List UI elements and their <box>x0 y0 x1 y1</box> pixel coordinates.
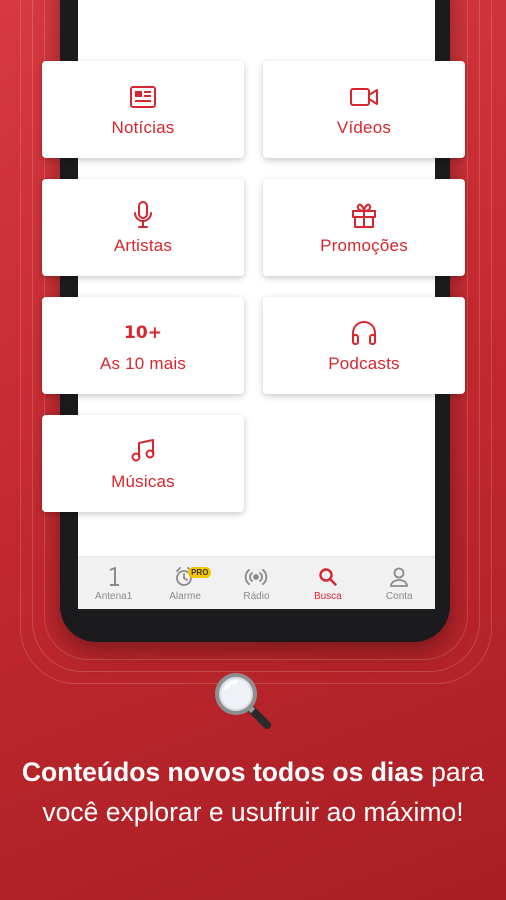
headphones-icon <box>350 318 378 348</box>
user-icon <box>389 565 409 589</box>
pro-badge: PRO <box>188 566 212 578</box>
gift-icon <box>350 200 378 230</box>
headline-bold: Conteúdos novos todos os dias <box>21 757 424 787</box>
tab-busca[interactable]: Busca <box>293 565 363 602</box>
category-label: Promoções <box>320 235 408 255</box>
category-promocoes[interactable]: Promoções <box>263 179 465 276</box>
category-artistas[interactable]: Artistas <box>42 179 244 276</box>
tab-conta[interactable]: Conta <box>364 565 434 602</box>
tab-label: Alarme <box>169 590 201 602</box>
category-noticias[interactable]: Notícias <box>42 61 244 158</box>
tab-label: Rádio <box>243 590 270 602</box>
alarm-clock-icon: PRO <box>174 565 212 589</box>
category-label: As 10 mais <box>99 353 187 373</box>
music-note-icon <box>129 436 157 466</box>
tab-label: Antena1 <box>95 590 133 602</box>
radio-broadcast-icon <box>244 565 268 589</box>
tab-radio[interactable]: Rádio <box>221 565 291 602</box>
newspaper-icon <box>129 82 157 112</box>
category-label: Notícias <box>111 117 175 137</box>
category-label: Artistas <box>113 235 173 255</box>
category-label: Vídeos <box>336 117 392 137</box>
search-icon <box>318 565 338 589</box>
video-camera-icon <box>349 82 379 112</box>
promo-headline: Conteúdos novos todos os dias para você … <box>20 752 486 832</box>
microphone-icon <box>132 200 154 230</box>
category-label: Músicas <box>111 471 175 491</box>
category-podcasts[interactable]: Podcasts <box>263 297 465 394</box>
bottom-tab-bar: Antena1 PRO Alarme Rádio Busca Conta <box>78 556 435 609</box>
ten-plus-icon: 10+ <box>124 318 162 348</box>
antena1-logo-icon <box>106 565 122 589</box>
ten-plus-text: 10+ <box>124 322 162 343</box>
category-musicas[interactable]: Músicas <box>42 415 244 512</box>
tab-antena1[interactable]: Antena1 <box>79 565 149 602</box>
category-videos[interactable]: Vídeos <box>263 61 465 158</box>
category-label: Podcasts <box>328 353 400 373</box>
tab-label: Busca <box>313 590 342 602</box>
category-top10[interactable]: 10+ As 10 mais <box>42 297 244 394</box>
tab-alarme[interactable]: PRO Alarme <box>150 565 220 602</box>
tab-label: Conta <box>385 590 413 602</box>
magnifying-glass-icon <box>212 670 274 732</box>
